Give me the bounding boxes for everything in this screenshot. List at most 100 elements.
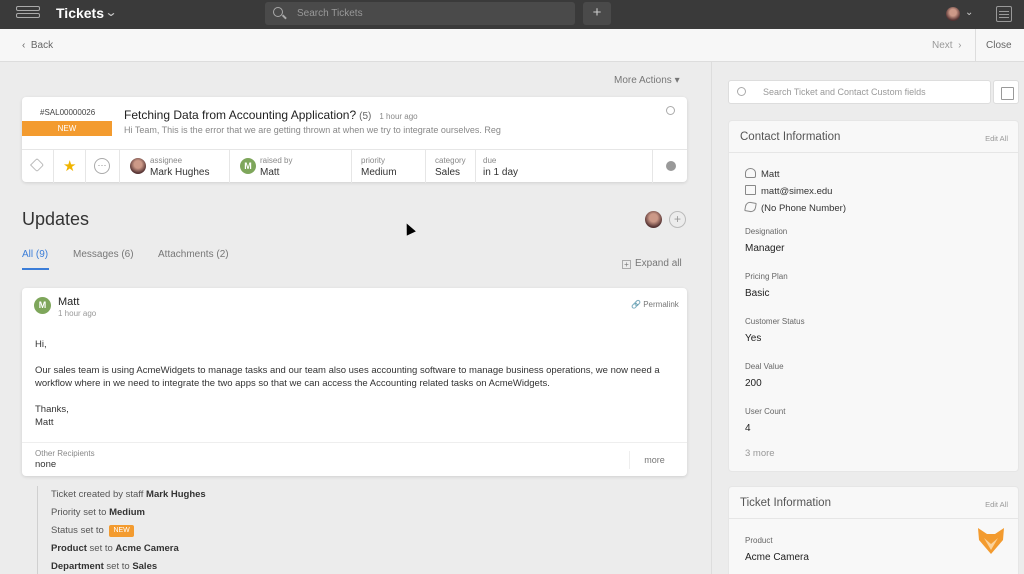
back-button[interactable]: ‹ Back [22, 40, 53, 51]
brand-logo-icon [978, 528, 1004, 554]
assignee-label: assignee [150, 156, 183, 165]
link-icon: 🔗 [631, 300, 641, 309]
more-actions-dropdown[interactable]: More Actions ▾ [614, 75, 680, 86]
activity-text: Ticket created by staff [51, 489, 147, 500]
permalink-link[interactable]: 🔗 Permalink [631, 300, 679, 309]
category-field[interactable]: category Sales [426, 150, 476, 183]
priority-label: priority [361, 156, 386, 165]
edit-all-button[interactable]: Edit All [985, 134, 1008, 143]
user-menu-chevron-icon[interactable]: ⌄ [965, 7, 973, 18]
attachment-icon[interactable] [664, 104, 677, 117]
pin-icon[interactable] [29, 157, 45, 173]
activity-log: Ticket created by staff Mark Hughes Prio… [37, 486, 337, 574]
tab-messages[interactable]: Messages (6) [73, 249, 134, 260]
more-actions-label: More Actions [614, 75, 672, 86]
status-indicator-icon[interactable] [666, 161, 676, 171]
contact-email-value[interactable]: matt@simex.edu [761, 186, 832, 197]
contact-information-header: Contact Information Edit All [729, 121, 1018, 153]
custom-fields-search-input[interactable]: Search Ticket and Contact Custom fields [728, 80, 991, 104]
person-icon [745, 168, 756, 178]
close-button[interactable]: Close [986, 40, 1012, 51]
contact-phone-value: (No Phone Number) [761, 203, 847, 214]
due-value: in 1 day [483, 167, 519, 178]
ticket-summary-card: #SAL00000026 NEW Fetching Data from Acco… [22, 97, 687, 183]
recipients-label: Other Recipients [35, 449, 95, 458]
add-button[interactable]: + [583, 2, 611, 25]
assignee-value: Mark Hughes [150, 167, 210, 178]
more-options-cell[interactable]: ··· [86, 150, 120, 183]
due-field[interactable]: due in 1 day [476, 150, 653, 183]
search-placeholder: Search Tickets [297, 8, 363, 19]
ticket-title-text: Fetching Data from Accounting Applicatio… [124, 108, 357, 122]
ticket-information-title: Ticket Information [740, 497, 831, 509]
more-options-icon[interactable]: ··· [94, 158, 110, 174]
pricing-plan-value[interactable]: Basic [745, 288, 769, 299]
mail-icon [745, 185, 756, 195]
contact-phone: (No Phone Number) [744, 201, 847, 214]
deal-value-label: Deal Value [745, 362, 784, 371]
message-card: M Matt 1 hour ago 🔗 Permalink Hi, Our sa… [22, 288, 687, 476]
raised-by-field[interactable]: M raised by Matt [230, 150, 352, 183]
show-more-fields-link[interactable]: 3 more [745, 448, 775, 459]
edit-all-button[interactable]: Edit All [985, 500, 1008, 509]
recipients-value: none [35, 459, 57, 470]
deal-value-value[interactable]: 200 [745, 378, 762, 389]
next-label: Next [932, 40, 953, 51]
user-avatar[interactable] [946, 7, 960, 21]
active-tab-indicator [22, 268, 49, 270]
priority-value: Medium [361, 167, 397, 178]
activity-value: Sales [132, 561, 158, 572]
activity-value: Acme Camera [115, 543, 179, 554]
ticket-time: 1 hour ago [379, 112, 418, 121]
message-greeting: Hi, [35, 339, 47, 350]
star-icon[interactable]: ★ [63, 157, 76, 175]
pin-cell[interactable] [22, 150, 54, 183]
search-icon [273, 7, 283, 17]
customer-status-value[interactable]: Yes [745, 333, 761, 344]
designation-value[interactable]: Manager [745, 243, 784, 254]
star-cell[interactable]: ★ [54, 150, 86, 183]
contact-information-card: Contact Information Edit All Matt matt@s… [728, 120, 1019, 472]
chevron-down-icon[interactable]: ⌄ [104, 5, 117, 19]
contact-book-icon[interactable] [993, 80, 1019, 104]
tab-attachments[interactable]: Attachments (2) [158, 249, 229, 260]
message-paragraph: Our sales team is using AcmeWidgets to m… [35, 365, 660, 389]
category-value: Sales [435, 167, 461, 178]
add-follower-button[interactable]: + [669, 211, 686, 228]
next-button[interactable]: Next › [932, 40, 961, 51]
designation-label: Designation [745, 227, 788, 236]
customer-status-label: Customer Status [745, 317, 805, 326]
activity-item: Department set to Sales [38, 558, 337, 574]
app-menu-icon[interactable] [16, 6, 40, 22]
activity-text: Status set to [51, 525, 107, 536]
ticket-id: #SAL00000026 [40, 108, 96, 117]
updates-heading: Updates [22, 209, 90, 229]
message-body: Hi, Our sales team is using AcmeWidgets … [35, 338, 680, 429]
search-icon [737, 87, 746, 96]
pricing-plan-label: Pricing Plan [745, 272, 788, 281]
tab-all[interactable]: All (9) [22, 249, 48, 260]
expand-all-label: Expand all [635, 258, 682, 269]
sub-navigation: ‹ Back Next › Close [0, 29, 1024, 62]
user-count-value[interactable]: 4 [745, 423, 751, 434]
app-title[interactable]: Tickets [56, 5, 104, 21]
top-bar: Tickets ⌄ Search Tickets + ⌄ [0, 0, 1024, 29]
contact-name: Matt [745, 168, 779, 180]
priority-field[interactable]: priority Medium [352, 150, 426, 183]
more-button[interactable]: more [629, 451, 679, 469]
phone-icon [744, 201, 757, 213]
activity-value: Mark Hughes [146, 489, 206, 500]
activity-field: Department [51, 561, 104, 572]
expand-all-button[interactable]: + Expand all [622, 258, 682, 269]
follower-avatar[interactable] [645, 211, 662, 228]
contact-email[interactable]: matt@simex.edu [745, 185, 832, 197]
product-label: Product [745, 536, 773, 545]
ticket-preview: Hi Team, This is the error that we are g… [124, 125, 501, 135]
apps-grid-icon[interactable] [996, 6, 1012, 22]
ticket-message-count: (5) [359, 111, 372, 122]
message-author[interactable]: Matt [58, 296, 79, 308]
product-value[interactable]: Acme Camera [745, 552, 809, 563]
message-signoff: Thanks, [35, 404, 69, 415]
assignee-field[interactable]: assignee Mark Hughes [120, 150, 230, 183]
search-tickets-input[interactable]: Search Tickets [265, 2, 575, 25]
